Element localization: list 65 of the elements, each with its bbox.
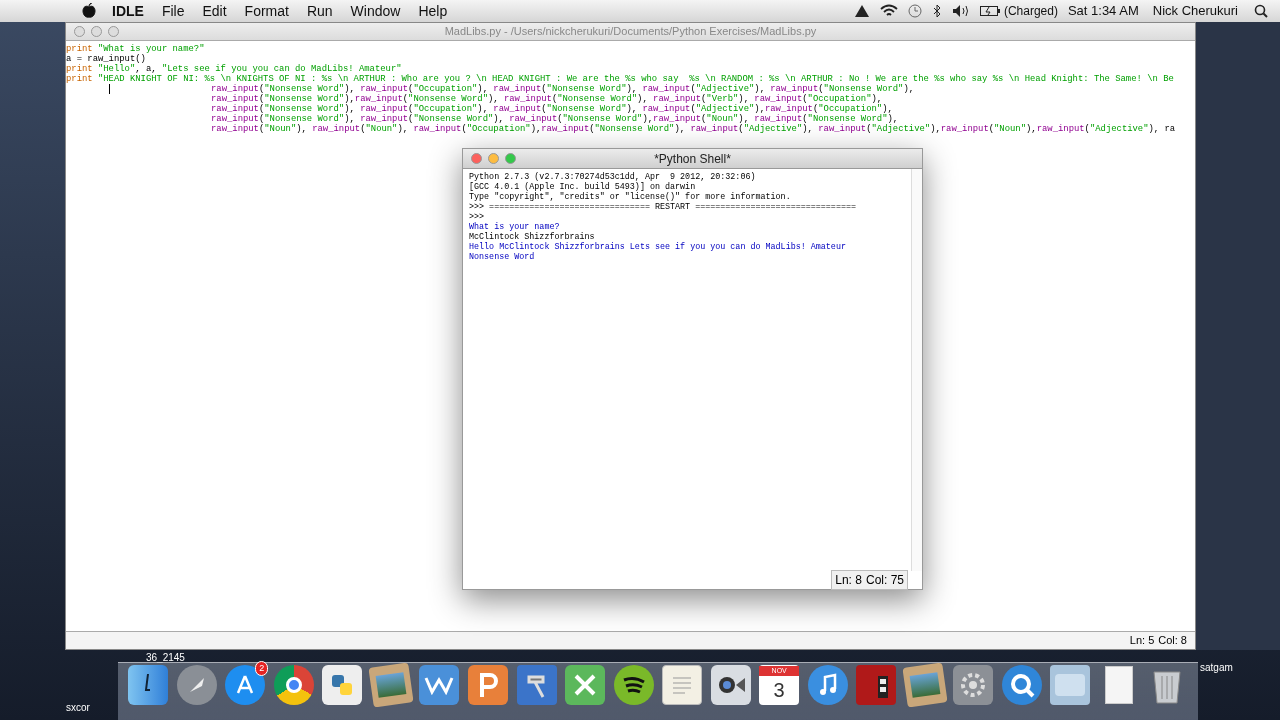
- shell-line: [GCC 4.0.1 (Apple Inc. build 5493)] on darwin: [469, 182, 696, 192]
- x-logo-icon[interactable]: [565, 665, 606, 705]
- shell-line: What is your name?: [469, 222, 560, 232]
- clock-text[interactable]: Sat 1:34 AM: [1067, 1, 1139, 21]
- python-icon[interactable]: [322, 665, 363, 705]
- code-line: raw_input("Nonsense Word"), raw_input("Occupation"), raw_input("Nonsense Word"), raw_input("Adjective"), raw_input("Nonsense Word"),: [211, 84, 915, 94]
- code-line: print "HEAD KNIGHT OF NI: %s \n KNIGHTS OF NI : %s \n ARTHUR : Who are you ? \n HEAD KNIGHT : We are the %s who say %s \n RANDOM : %s \n ARTHUR : No ! We are the %s who say %s \n Head Knight: The Same! \n Be: [66, 74, 1174, 84]
- speaker-icon[interactable]: [951, 4, 970, 18]
- line-number: Ln: 5: [1129, 633, 1155, 649]
- settings-icon[interactable]: [953, 665, 994, 705]
- clock-icon[interactable]: [907, 4, 922, 18]
- menu-item[interactable]: File: [161, 0, 185, 22]
- folder-icon[interactable]: [1050, 665, 1091, 705]
- battery-icon[interactable]: [979, 5, 1000, 17]
- window-title: MadLibs.py - /Users/nickcherukuri/Documents/Python Exercises/MadLibs.py: [444, 24, 817, 40]
- shell-line: >>> ================================ RESTART ================================: [469, 202, 856, 212]
- desktop-icon-label[interactable]: satgam: [1200, 660, 1233, 675]
- shell-line: Hello McClintock Shizzforbrains Lets see if you you can do MadLibs! Amateur: [469, 242, 846, 252]
- battery-status: (Charged): [1003, 3, 1058, 20]
- browser-icon[interactable]: [273, 665, 314, 705]
- code-line: a = raw_input(): [66, 54, 146, 64]
- drive-icon[interactable]: [853, 4, 870, 18]
- apple-icon[interactable]: [82, 3, 96, 19]
- code-line: print "Hello", a, "Lets see if you you can do MadLibs! Amateur": [66, 64, 402, 74]
- music-note-icon[interactable]: [807, 665, 848, 705]
- code-line: raw_input("Nonsense Word"),raw_input("Nonsense Word"), raw_input("Nonsense Word"), raw_input("Verb"), raw_input("Occupation"),: [211, 94, 883, 104]
- shell-line: McClintock Shizzforbrains: [469, 232, 595, 242]
- app-menu[interactable]: IDLE: [112, 0, 144, 22]
- menu-item[interactable]: Edit: [202, 0, 227, 22]
- p-logo-icon[interactable]: [468, 665, 508, 705]
- spotify-icon[interactable]: [613, 665, 654, 705]
- photo-icon[interactable]: [902, 662, 948, 708]
- menu-item[interactable]: Help: [418, 0, 448, 22]
- document-icon[interactable]: [662, 665, 703, 705]
- window-title: *Python Shell*: [654, 150, 731, 168]
- code-line: raw_input("Nonsense Word"), raw_input("Nonsense Word"), raw_input("Nonsense Word"),raw_input("Noun"), raw_input("Nonsense Word"),: [211, 114, 899, 124]
- wifi-icon[interactable]: [879, 4, 898, 18]
- bluetooth-icon[interactable]: [931, 4, 942, 18]
- video-camera-icon[interactable]: [710, 665, 751, 705]
- code-line: print "What is your name?": [66, 44, 205, 54]
- shell-line: Type "copyright", "credits" or "license()" for more information.: [469, 192, 791, 202]
- calendar-day: 3: [773, 676, 785, 704]
- shell-line: Nonsense Word: [469, 252, 535, 262]
- menu-item[interactable]: Run: [306, 0, 333, 22]
- desktop-icon-label[interactable]: sxcor: [66, 700, 90, 715]
- search-icon[interactable]: [1254, 4, 1268, 18]
- w-logo-icon[interactable]: [419, 665, 460, 705]
- film-strip-icon[interactable]: [856, 665, 897, 705]
- column-number: Col: 75: [865, 572, 904, 589]
- line-number: Ln: 8: [835, 572, 862, 589]
- user-name[interactable]: Nick Cherukuri: [1152, 1, 1238, 21]
- rocket-icon[interactable]: [176, 665, 217, 705]
- q-logo-icon[interactable]: [1001, 665, 1042, 705]
- photo-icon[interactable]: [368, 662, 414, 708]
- scrollbar[interactable]: [911, 169, 922, 571]
- desktop-icon-label[interactable]: 36_2145: [146, 650, 185, 665]
- column-number: Col: 8: [1158, 633, 1187, 649]
- notification-badge: 2: [255, 661, 269, 676]
- menu-item[interactable]: Window: [350, 0, 401, 22]
- menu-item[interactable]: Format: [244, 0, 289, 22]
- code-line: raw_input("Nonsense Word"), raw_input("Occupation"), raw_input("Nonsense Word"), raw_input("Adjective"),raw_input("Occupation"),: [211, 104, 893, 114]
- code-line: raw_input("Noun"), raw_input("Noun"), raw_input("Occupation"),raw_input("Nonsense Word"), raw_input("Adjective"), raw_input("Adjective"),raw_input("Noun"),raw_input("Adjective"), ra: [211, 124, 1176, 134]
- hammer-icon[interactable]: [516, 665, 557, 705]
- shell-line: Python 2.7.3 (v2.7.3:70274d53c1dd, Apr 9 2012, 20:32:06): [469, 172, 756, 182]
- shell-line: >>>: [469, 212, 486, 222]
